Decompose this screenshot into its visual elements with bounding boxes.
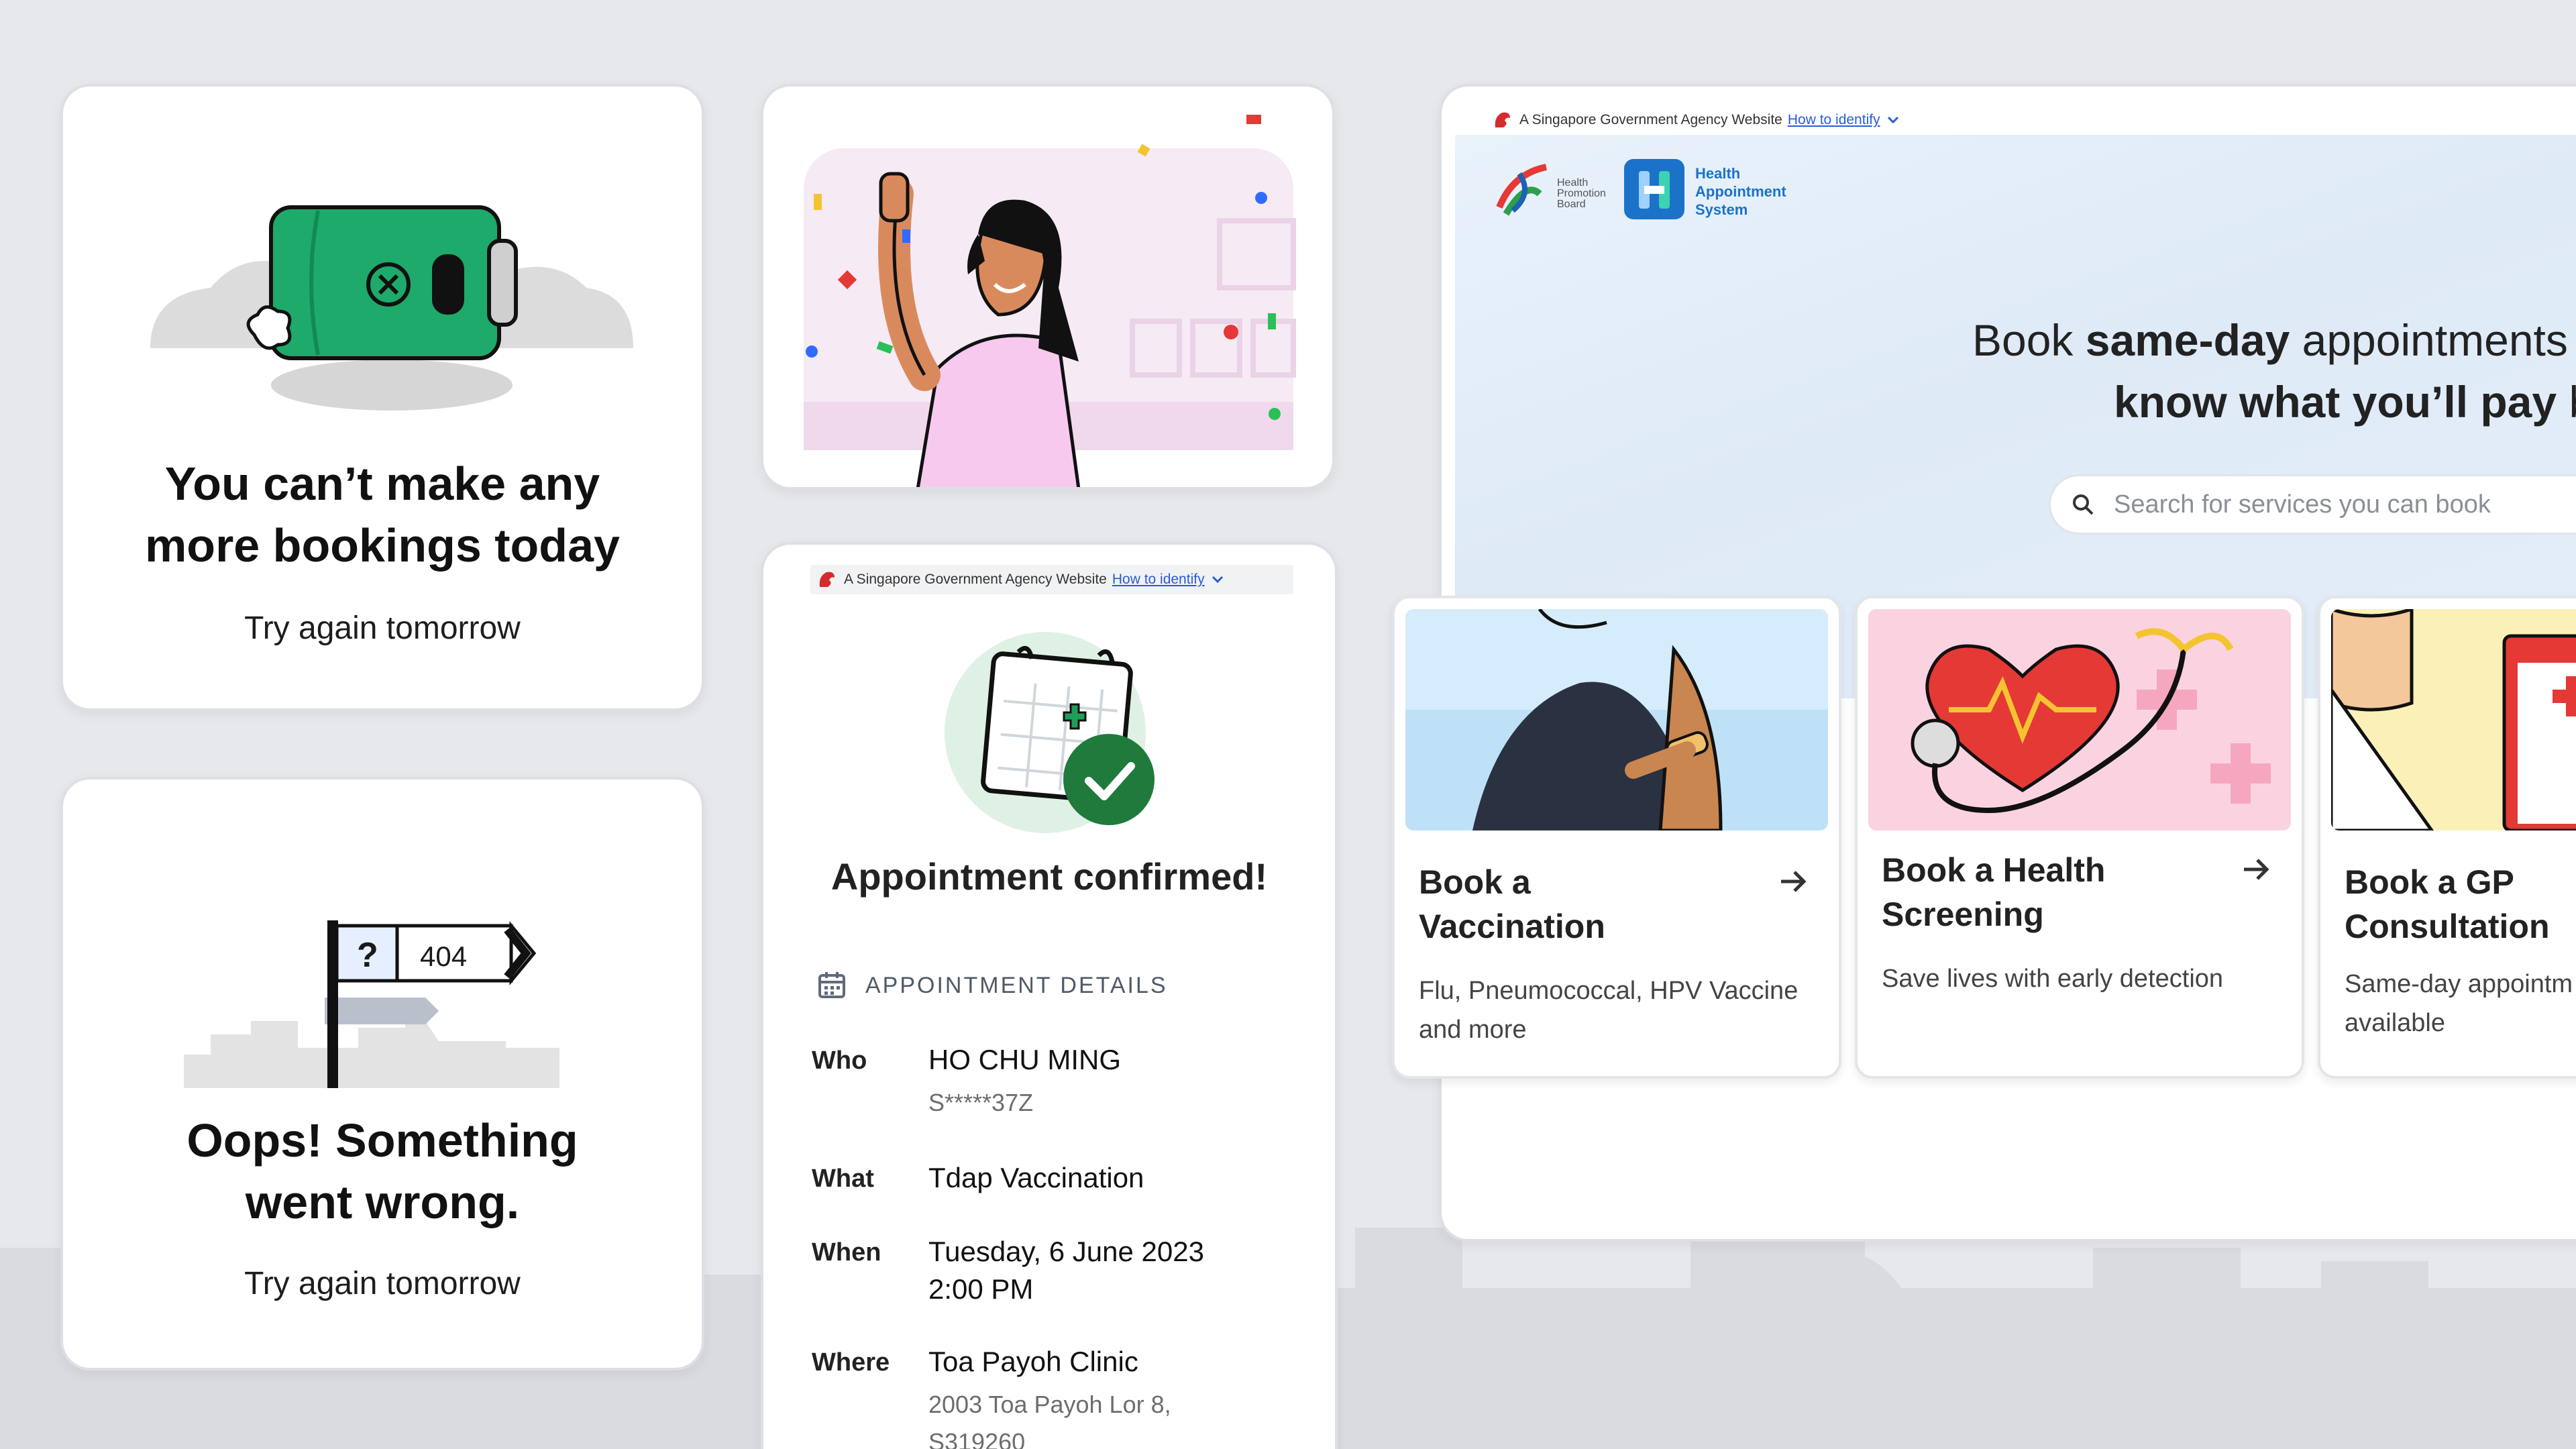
- site-gov-masthead: A Singapore Government Agency Website Ho…: [1493, 105, 1899, 135]
- limit-subtitle: Try again tomorrow: [244, 610, 521, 646]
- gp-consultation-illustration: [2331, 609, 2576, 830]
- confirmation-title: Appointment confirmed!: [830, 855, 1268, 898]
- error-card: ? 404 Oops! Something went wrong. Try ag…: [60, 777, 704, 1371]
- vaccination-desc-line1: Flu, Pneumococcal, HPV Vaccine: [1419, 977, 1799, 1005]
- has-text-1: Health: [1695, 165, 1741, 182]
- vaccination-illustration: [1405, 609, 1828, 830]
- celebration-illustration: [804, 115, 1296, 487]
- chevron-down-icon[interactable]: [1212, 576, 1224, 584]
- when-label: When: [812, 1238, 881, 1267]
- site-masthead-text: A Singapore Government Agency Website: [1519, 112, 1782, 127]
- limit-title-line1: You can’t make any: [164, 458, 600, 510]
- gp-title-line2: Consultation: [2345, 908, 2550, 945]
- lion-head-icon: [1495, 112, 1510, 127]
- when-time: 2:00 PM: [928, 1273, 1034, 1305]
- service-card-health-screening[interactable]: Book a Health Screening Save lives with …: [1855, 596, 2304, 1079]
- confirmation-card: A Singapore Government Agency Website Ho…: [761, 542, 1338, 1449]
- error-title-line2: went wrong.: [245, 1176, 520, 1228]
- where-address-line1: 2003 Toa Payoh Lor 8,: [928, 1391, 1171, 1418]
- arrow-right-icon[interactable]: [1777, 865, 1809, 898]
- search-icon: [2073, 494, 2094, 515]
- how-to-identify-link[interactable]: How to identify: [1112, 572, 1205, 588]
- when-date: Tuesday, 6 June 2023: [928, 1236, 1204, 1267]
- gp-desc-line2: available: [2345, 1009, 2445, 1037]
- chevron-down-icon[interactable]: [1887, 116, 1899, 124]
- hero-l1-post: appointments: [2290, 315, 2568, 365]
- hero-l2-bold: know what you’ll pay: [2114, 377, 2557, 427]
- screening-title-line2: Screening: [1882, 896, 2044, 933]
- hero-l2-post: be: [2557, 377, 2576, 427]
- health-screening-illustration: [1868, 609, 2291, 830]
- calendar-icon: [818, 972, 845, 998]
- service-search-input[interactable]: Search for services you can book: [2049, 474, 2576, 535]
- hpb-logo-text: Health Promotion Board: [1557, 178, 1606, 210]
- service-card-vaccination[interactable]: Book a Vaccination Flu, Pneumococcal, HP…: [1392, 596, 1841, 1079]
- has-logo-text: Health Appointment System: [1695, 164, 1786, 219]
- hpb-text-2: Promotion: [1557, 188, 1606, 199]
- has-text-2: Appointment: [1695, 183, 1786, 200]
- vaccination-title-line2: Vaccination: [1419, 908, 1605, 945]
- gp-title-line1: Book a GP: [2345, 863, 2514, 901]
- hero-heading-line2: know what you’ll pay be: [2114, 376, 2576, 427]
- arrow-right-icon[interactable]: [2240, 853, 2272, 885]
- error-subtitle: Try again tomorrow: [244, 1266, 521, 1301]
- who-label: Who: [812, 1046, 867, 1075]
- search-placeholder: Search for services you can book: [2114, 490, 2491, 519]
- who-id: S*****37Z: [928, 1089, 1034, 1116]
- dead-battery-illustration: [150, 205, 633, 411]
- screening-desc-line1: Save lives with early detection: [1882, 965, 2224, 993]
- who-name: HO CHU MING: [928, 1044, 1121, 1075]
- hpb-text-3: Board: [1557, 199, 1586, 210]
- masthead-text: A Singapore Government Agency Website: [844, 572, 1107, 587]
- what-value: Tdap Vaccination: [928, 1162, 1144, 1193]
- where-label: Where: [812, 1348, 890, 1377]
- where-clinic: Toa Payoh Clinic: [928, 1346, 1138, 1377]
- has-text-3: System: [1695, 201, 1748, 218]
- what-label: What: [812, 1165, 874, 1193]
- where-address-line2: S319260: [928, 1428, 1026, 1449]
- hero-l1-bold: same-day: [2085, 315, 2290, 365]
- site-how-to-identify-link[interactable]: How to identify: [1788, 112, 1880, 128]
- signpost-404-illustration: [184, 920, 559, 1088]
- booking-limit-card: You can’t make any more bookings today T…: [60, 84, 704, 711]
- lion-head-icon: [819, 572, 835, 587]
- sign-question-text: ?: [357, 936, 378, 975]
- limit-title-line2: more bookings today: [145, 519, 620, 572]
- hero-heading-line1: Book same-day appointments: [1972, 315, 2568, 366]
- sign-404-text: 404: [420, 941, 468, 972]
- vaccination-desc-line2: and more: [1419, 1016, 1527, 1044]
- calendar-check-illustration: [945, 632, 1155, 833]
- vaccination-title-line1: Book a: [1419, 863, 1531, 901]
- hpb-text-1: Health: [1557, 177, 1589, 189]
- hero-l1-pre: Book: [1972, 315, 2086, 365]
- screening-title-line1: Book a Health: [1882, 851, 2106, 889]
- appointment-details-header: APPOINTMENT DETAILS: [865, 973, 1168, 998]
- gp-desc-line1: Same-day appointm: [2345, 970, 2573, 998]
- gov-masthead: A Singapore Government Agency Website Ho…: [810, 565, 1293, 594]
- service-card-gp-consultation[interactable]: Book a GP Consultation Same-day appointm…: [2318, 596, 2576, 1079]
- error-title-line1: Oops! Something: [186, 1114, 578, 1167]
- hpb-logo-icon: [1496, 164, 1548, 216]
- celebration-card: [761, 84, 1335, 490]
- has-logo-icon: [1624, 159, 1684, 219]
